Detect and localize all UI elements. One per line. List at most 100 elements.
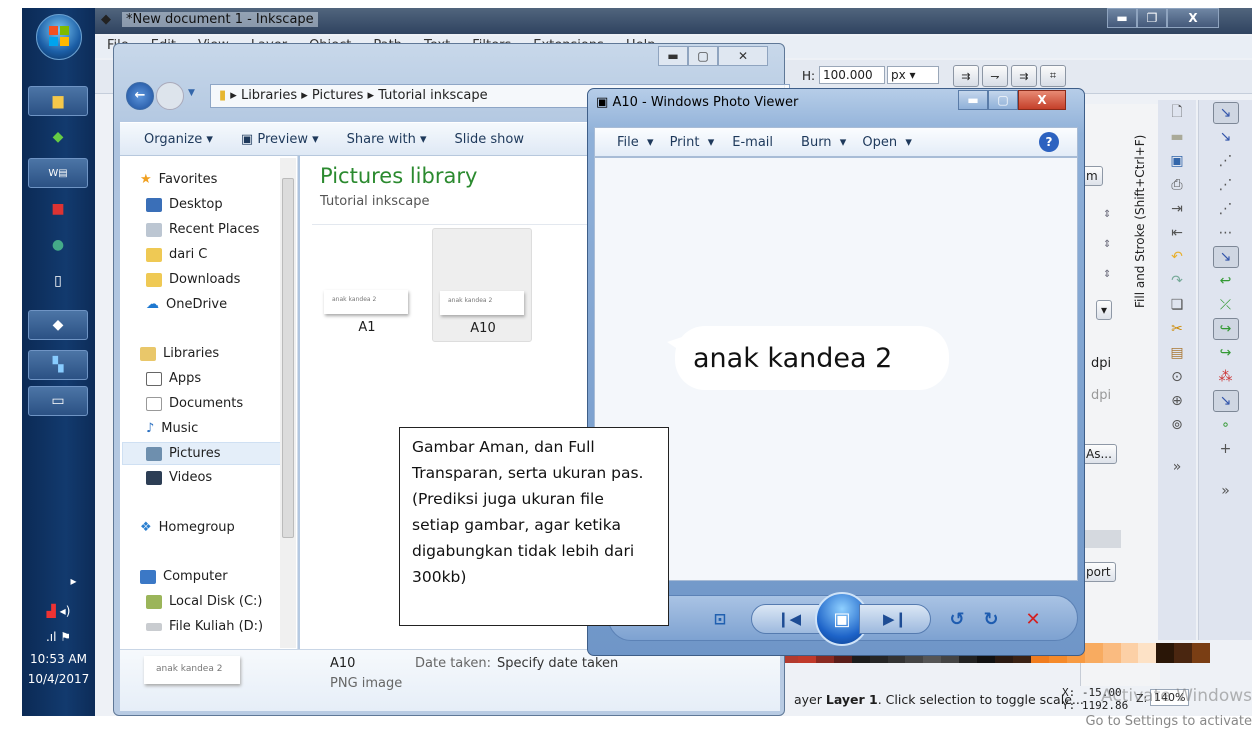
tray-icons-2[interactable]: .ıl ⚑ xyxy=(22,630,95,644)
fill-stroke-tab[interactable]: Fill and Stroke (Shift+Ctrl+F) xyxy=(1133,108,1155,308)
back-button[interactable]: ← xyxy=(126,82,154,110)
share-with-button[interactable]: Share with ▾ xyxy=(347,132,427,147)
more-icon[interactable]: » xyxy=(1164,456,1190,478)
taskbar-photo-viewer[interactable]: ▭ xyxy=(28,386,88,416)
taskbar-app[interactable]: ■ xyxy=(28,194,88,224)
recent-pages-dropdown[interactable]: ▼ xyxy=(188,88,195,98)
transform-patterns-button[interactable]: ⌗ xyxy=(1040,65,1066,87)
nav-libraries[interactable]: Libraries xyxy=(140,346,219,361)
menu-burn[interactable]: Burn ▾ xyxy=(801,135,846,150)
paste-icon[interactable]: ▤ xyxy=(1164,342,1190,364)
breadcrumb-tutorial[interactable]: Tutorial inkscape xyxy=(378,88,487,103)
forward-button[interactable] xyxy=(156,82,184,110)
transform-corners-button[interactable]: ⇁ xyxy=(982,65,1008,87)
spinner-1[interactable]: ⇕ xyxy=(1103,209,1111,220)
snap-enable-icon[interactable]: ↘ xyxy=(1212,102,1239,124)
undo-icon[interactable]: ↶ xyxy=(1164,246,1190,268)
snap-intersection-icon[interactable]: ⤫ xyxy=(1213,294,1239,316)
viewer-close-button[interactable]: X xyxy=(1018,90,1066,110)
unit-select[interactable]: px ▾ xyxy=(887,66,939,84)
color-swatch[interactable] xyxy=(1174,643,1193,663)
snap-bbox-icon[interactable]: ↘ xyxy=(1213,126,1239,148)
nav-downloads[interactable]: Downloads xyxy=(146,272,240,287)
height-input[interactable]: 100.000 xyxy=(819,66,885,84)
details-date-value[interactable]: Specify date taken xyxy=(497,656,618,671)
color-swatch[interactable] xyxy=(1084,643,1103,663)
snap-guide-icon[interactable]: + xyxy=(1213,438,1239,460)
explorer-close-button[interactable]: ✕ xyxy=(718,46,768,66)
show-hidden-icons[interactable]: ▸ xyxy=(22,574,95,588)
snap-path-icon[interactable]: ↩ xyxy=(1213,270,1239,292)
snap-corner-icon[interactable]: ⋰ xyxy=(1213,174,1239,196)
taskbar-inkscape[interactable]: ◆ xyxy=(28,310,88,340)
spinner-2[interactable]: ⇕ xyxy=(1103,239,1111,250)
taskbar-word[interactable]: W▤ xyxy=(28,158,88,188)
color-swatch[interactable] xyxy=(1138,643,1157,663)
color-swatch[interactable] xyxy=(1192,643,1211,663)
spinner-3[interactable]: ⇕ xyxy=(1103,269,1111,280)
taskbar-photos[interactable]: ▚ xyxy=(28,350,88,380)
more-icon[interactable]: » xyxy=(1213,480,1239,502)
viewer-minimize-button[interactable]: ▬ xyxy=(958,90,988,110)
maximize-button[interactable]: ❐ xyxy=(1137,8,1167,28)
zoom-page-icon[interactable]: ⊚ xyxy=(1164,414,1190,436)
snap-others-icon[interactable]: ↘ xyxy=(1212,390,1239,412)
nav-recent-places[interactable]: Recent Places xyxy=(146,222,259,237)
nav-documents[interactable]: Documents xyxy=(146,396,243,411)
nav-desktop[interactable]: Desktop xyxy=(146,197,223,212)
organize-button[interactable]: Organize ▾ xyxy=(144,132,213,147)
dropdown[interactable]: ▾ xyxy=(1096,300,1113,320)
viewer-maximize-button[interactable]: ▢ xyxy=(988,90,1018,110)
taskbar-doc[interactable]: ▯ xyxy=(28,266,88,296)
rotate-counterclockwise-icon[interactable]: ↺ xyxy=(943,604,971,634)
rotate-clockwise-icon[interactable]: ↻ xyxy=(977,604,1005,634)
snap-edge-icon[interactable]: ⋰ xyxy=(1213,150,1239,172)
redo-icon[interactable]: ↷ xyxy=(1164,270,1190,292)
nav-pictures[interactable]: Pictures xyxy=(122,442,282,465)
nav-dari-c[interactable]: dari C xyxy=(146,247,207,262)
transform-gradients-button[interactable]: ⇉ xyxy=(1011,65,1037,87)
snap-midpoint-icon[interactable]: ⋰ xyxy=(1213,198,1239,220)
clock-time[interactable]: 10:53 AM xyxy=(22,652,95,666)
snap-cusp-icon[interactable]: ↪ xyxy=(1212,318,1239,340)
menu-open[interactable]: Open ▾ xyxy=(862,135,912,150)
print-icon[interactable]: ⎙ xyxy=(1164,174,1190,196)
snap-object-center-icon[interactable]: ∘ xyxy=(1213,414,1239,436)
breadcrumb-pictures[interactable]: Pictures xyxy=(312,88,363,103)
snap-smooth-icon[interactable]: ↪ xyxy=(1213,342,1239,364)
export-as-button[interactable]: As... xyxy=(1081,444,1117,464)
export-button[interactable]: port xyxy=(1081,562,1116,582)
nav-music[interactable]: ♪ Music xyxy=(146,421,198,436)
nav-file-kuliah[interactable]: File Kuliah (D:) xyxy=(146,619,263,634)
next-button[interactable]: ▶❙ xyxy=(859,604,931,634)
zoom-drawing-icon[interactable]: ⊕ xyxy=(1164,390,1190,412)
breadcrumb-libraries[interactable]: Libraries xyxy=(241,88,297,103)
snap-midpoint-path-icon[interactable]: ⁂ xyxy=(1213,366,1239,388)
tray-icons[interactable]: ▟ ◂) xyxy=(22,604,95,618)
nav-homegroup[interactable]: ❖ Homegroup xyxy=(140,520,235,535)
import-icon[interactable]: ⇥ xyxy=(1164,198,1190,220)
snap-nodes-icon[interactable]: ↘ xyxy=(1212,246,1239,268)
save-icon[interactable]: ▣ xyxy=(1164,150,1190,172)
file-a10[interactable]: anak kandea 2 A10 xyxy=(432,228,532,342)
nav-videos[interactable]: Videos xyxy=(146,470,212,485)
menu-email[interactable]: E-mail xyxy=(732,135,773,150)
zoom-selection-icon[interactable]: ⊙ xyxy=(1164,366,1190,388)
taskbar-chrome[interactable]: ◆ xyxy=(28,122,88,152)
taskbar-browser[interactable]: ● xyxy=(28,230,88,260)
scrollbar-thumb[interactable] xyxy=(282,178,294,538)
snap-center-icon[interactable]: ⋯ xyxy=(1213,222,1239,244)
preview-button[interactable]: ▣ Preview ▾ xyxy=(241,132,319,147)
file-a1[interactable]: anak kandea 2 A1 xyxy=(314,228,420,340)
menu-file[interactable]: File ▾ xyxy=(617,135,654,150)
color-swatch[interactable] xyxy=(1102,643,1121,663)
taskbar-explorer[interactable]: ▆ xyxy=(28,86,88,116)
close-button[interactable]: X xyxy=(1167,8,1219,28)
nav-onedrive[interactable]: ☁ OneDrive xyxy=(146,297,227,312)
nav-computer[interactable]: Computer xyxy=(140,569,228,584)
nav-local-disk[interactable]: Local Disk (C:) xyxy=(146,594,262,609)
delete-icon[interactable]: ✕ xyxy=(1019,604,1047,634)
start-button[interactable] xyxy=(36,14,82,60)
explorer-maximize-button[interactable]: ▢ xyxy=(688,46,718,66)
menu-print[interactable]: Print ▾ xyxy=(670,135,715,150)
